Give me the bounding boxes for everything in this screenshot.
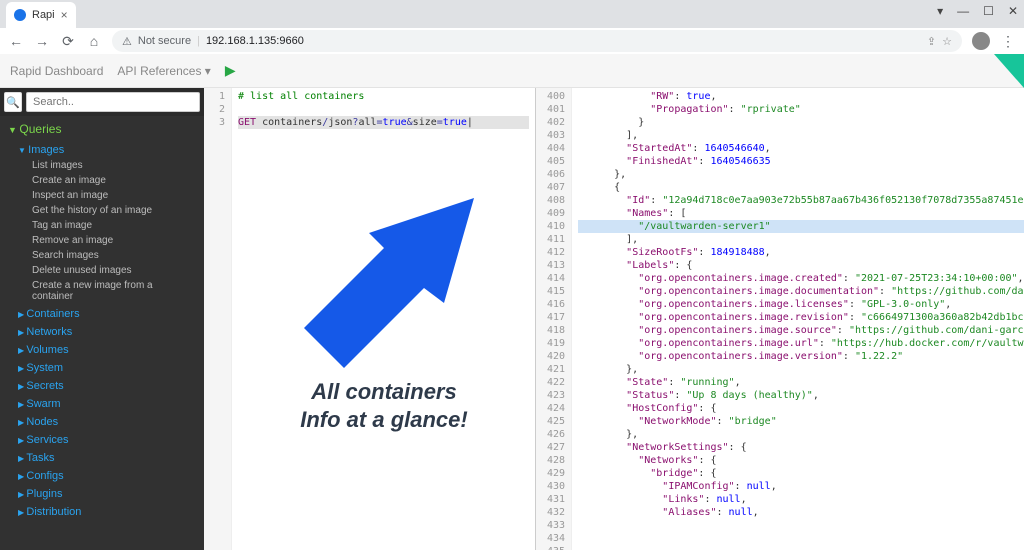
sidebar-section-nodes[interactable]: Nodes: [0, 412, 204, 430]
sidebar-section-system[interactable]: System: [0, 358, 204, 376]
sidebar-item[interactable]: Get the history of an image: [0, 203, 204, 218]
star-icon[interactable]: ☆: [942, 35, 952, 48]
share-icon[interactable]: ⇪: [927, 35, 936, 48]
maximize-button[interactable]: ☐: [983, 4, 994, 18]
sidebar-section-networks[interactable]: Networks: [0, 322, 204, 340]
tab-title: Rapi: [32, 9, 55, 21]
app-header: Rapid Dashboard API References ▾ ▶: [0, 54, 1024, 88]
close-window-button[interactable]: ✕: [1008, 4, 1018, 18]
url-field[interactable]: ⚠ Not secure | 192.168.1.135:9660 ⇪ ☆: [112, 30, 962, 52]
queries-header[interactable]: Queries: [0, 116, 204, 140]
window-controls: ▾ — ☐ ✕: [937, 4, 1018, 18]
sidebar-section-swarm[interactable]: Swarm: [0, 394, 204, 412]
sidebar-item[interactable]: Create a new image from a container: [0, 278, 204, 304]
search-input[interactable]: [26, 92, 200, 112]
back-icon[interactable]: ←: [8, 33, 24, 49]
sidebar-section-secrets[interactable]: Secrets: [0, 376, 204, 394]
reload-icon[interactable]: ⟳: [60, 33, 76, 50]
play-icon[interactable]: ▶: [225, 62, 236, 79]
home-icon[interactable]: ⌂: [86, 33, 102, 49]
sidebar-section-configs[interactable]: Configs: [0, 466, 204, 484]
tab-strip: Rapi × ▾ — ☐ ✕: [0, 0, 1024, 28]
security-label: Not secure: [138, 35, 191, 47]
sidebar-item[interactable]: Delete unused images: [0, 263, 204, 278]
sidebar-item[interactable]: Search images: [0, 248, 204, 263]
sidebar: 🔍 Queries ImagesList imagesCreate an ima…: [0, 88, 204, 550]
menu-icon[interactable]: ⋮: [1000, 33, 1016, 50]
browser-tab[interactable]: Rapi ×: [6, 2, 76, 28]
address-bar: ← → ⟳ ⌂ ⚠ Not secure | 192.168.1.135:966…: [0, 28, 1024, 54]
close-icon[interactable]: ×: [61, 8, 68, 22]
sidebar-section-tasks[interactable]: Tasks: [0, 448, 204, 466]
sidebar-item[interactable]: List images: [0, 158, 204, 173]
request-editor[interactable]: 123 # list all containers GET containers…: [204, 88, 536, 550]
favicon-icon: [14, 9, 26, 21]
minimize-button[interactable]: —: [957, 4, 969, 18]
sidebar-section-plugins[interactable]: Plugins: [0, 484, 204, 502]
profile-avatar[interactable]: [972, 32, 990, 50]
corner-flag: [994, 54, 1024, 88]
sidebar-section-services[interactable]: Services: [0, 430, 204, 448]
sidebar-section-volumes[interactable]: Volumes: [0, 340, 204, 358]
sidebar-item[interactable]: Inspect an image: [0, 188, 204, 203]
arrow-down-icon[interactable]: ▾: [937, 4, 943, 18]
api-references-dropdown[interactable]: API References ▾: [117, 64, 210, 78]
response-viewer[interactable]: 4004014024034044054064074084094104114124…: [536, 88, 1024, 550]
forward-icon[interactable]: →: [34, 33, 50, 49]
sidebar-item[interactable]: Remove an image: [0, 233, 204, 248]
warning-icon: ⚠: [122, 35, 132, 48]
sidebar-item[interactable]: Create an image: [0, 173, 204, 188]
url-text: 192.168.1.135:9660: [206, 35, 304, 47]
browser-chrome: Rapi × ▾ — ☐ ✕ ← → ⟳ ⌂ ⚠ Not secure | 19…: [0, 0, 1024, 54]
app-title: Rapid Dashboard: [10, 64, 103, 78]
search-icon[interactable]: 🔍: [4, 92, 22, 112]
sidebar-section-images[interactable]: Images: [0, 140, 204, 158]
sidebar-item[interactable]: Tag an image: [0, 218, 204, 233]
sidebar-section-distribution[interactable]: Distribution: [0, 502, 204, 520]
sidebar-section-containers[interactable]: Containers: [0, 304, 204, 322]
